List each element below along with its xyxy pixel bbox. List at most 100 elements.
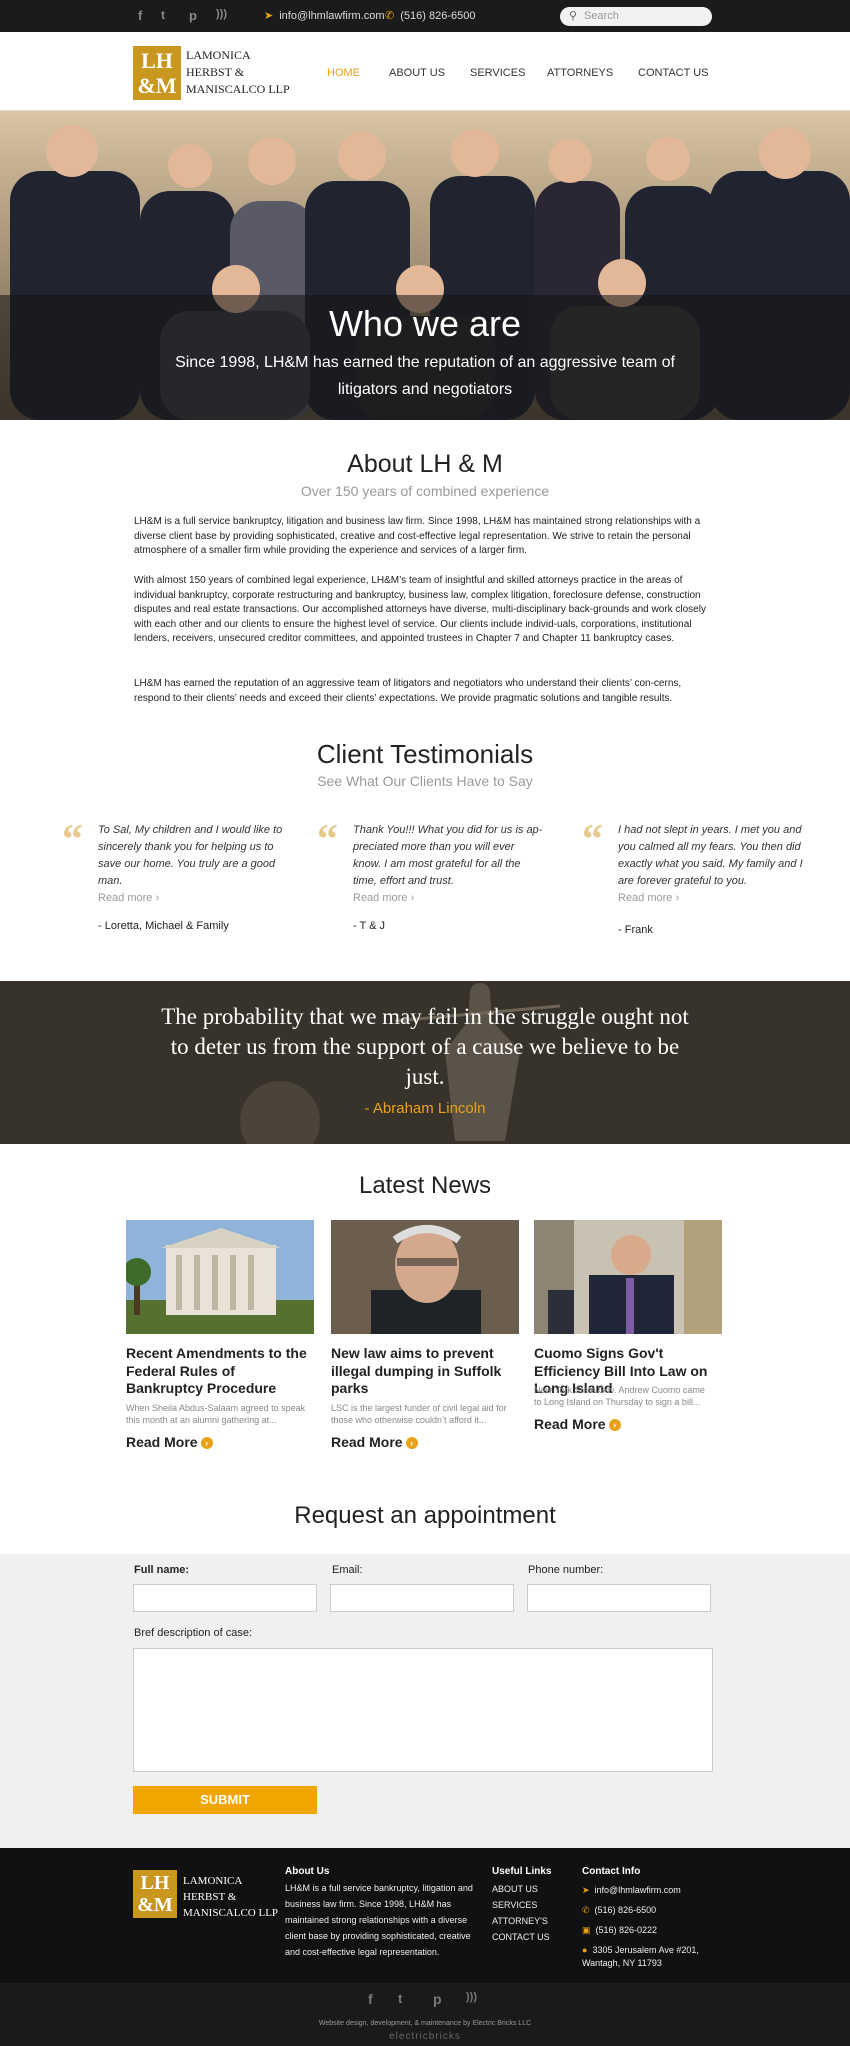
footer-logo[interactable]: LH &M LAMONICA HERBST & MANISCALCO LLP	[133, 1870, 278, 1926]
footer-about-text: LH&M is a full service bankruptcy, litig…	[285, 1883, 473, 1957]
read-more-button[interactable]: Read More ›	[534, 1416, 621, 1432]
full-name-field[interactable]	[133, 1584, 317, 1612]
news-excerpt: When Sheila Abdus-Salaam agreed to speak…	[126, 1403, 306, 1425]
topbar-phone[interactable]: ✆ (516) 826-6500	[385, 9, 475, 22]
testimonial-author: - Frank	[618, 924, 653, 936]
phone-icon: ✆	[385, 10, 395, 22]
quote-icon: “	[62, 817, 83, 863]
nav-contact-us[interactable]: CONTACT US	[638, 67, 709, 79]
testimonial-author: - Loretta, Michael & Family	[98, 920, 229, 932]
testimonial-text: Thank You!!! What you did for us is ap-p…	[353, 824, 543, 887]
topbar-email[interactable]: ➤ info@lhmlawfirm.com	[264, 9, 385, 22]
phone-icon: ✆	[582, 1905, 590, 1915]
top-bar: f t p ))) ➤ info@lhmlawfirm.com ✆ (516) 82…	[0, 0, 850, 32]
pinterest-icon[interactable]: p	[189, 8, 197, 23]
news-image[interactable]	[331, 1220, 519, 1334]
read-more-link[interactable]: Read more ›	[618, 890, 808, 907]
news-image[interactable]	[126, 1220, 314, 1334]
news-headline[interactable]: Recent Amendments to the Federal Rules o…	[126, 1345, 314, 1398]
twitter-icon[interactable]: t	[161, 8, 165, 22]
footer-fax-text: (516) 826-0222	[595, 1925, 658, 1935]
twitter-icon[interactable]: t	[398, 1991, 402, 2006]
testimonials-title: Client Testimonials	[316, 739, 534, 769]
news-image[interactable]	[534, 1220, 722, 1334]
topbar-email-text: info@lhmlawfirm.com	[279, 10, 385, 22]
electric-bricks-logo[interactable]: electricbricks	[0, 2031, 850, 2042]
footer-email-text: info@lhmlawfirm.com	[594, 1885, 681, 1895]
footer-contact-title: Contact Info	[582, 1866, 641, 1877]
arrow-right-icon: ›	[608, 1419, 621, 1431]
footer-logo-text: LAMONICA HERBST & MANISCALCO LLP	[183, 1875, 279, 1919]
facebook-icon[interactable]: f	[368, 1991, 373, 2007]
footer-address: ● 3305 Jerusalem Ave #201, Wantagh, NY 11…	[582, 1944, 699, 1970]
phone-field[interactable]	[527, 1584, 711, 1612]
news-excerpt: New York State Gov. Andrew Cuomo came to…	[534, 1385, 705, 1407]
topbar-phone-text: (516) 826-6500	[400, 10, 476, 22]
full-name-label: Full name:	[134, 1564, 190, 1576]
footer-credit: Website design, development, & maintenan…	[318, 2020, 532, 2027]
about-paragraph-3: LH&M has earned the reputation of an agg…	[134, 678, 682, 704]
footer-bottom-bar: f t p ))) Website design, development, &…	[0, 1983, 850, 2046]
rss-icon[interactable]: )))	[466, 1991, 477, 2003]
testimonial-text: To Sal, My children and I would like to …	[98, 824, 283, 887]
logo-mark: LH &M	[133, 46, 181, 100]
search-icon: ⚲	[569, 10, 578, 22]
news-title: Latest News	[358, 1172, 492, 1199]
about-subtitle: Over 150 years of combined experience	[300, 483, 550, 499]
email-label: Email:	[332, 1564, 363, 1576]
read-more-button[interactable]: Read More ›	[126, 1434, 213, 1450]
news-excerpt: LSC is the largest funder of civil legal…	[331, 1403, 507, 1425]
pinterest-icon[interactable]: p	[433, 1991, 442, 2007]
nav-about-us[interactable]: ABOUT US	[389, 67, 445, 79]
footer-fax: ▣ (516) 826-0222	[582, 1925, 657, 1936]
about-paragraph-1: LH&M is a full service bankruptcy, litig…	[134, 516, 701, 556]
footer-logo-mark: LH &M	[133, 1870, 177, 1918]
search-input[interactable]: ⚲ Search	[560, 7, 712, 26]
read-more-link[interactable]: Read more ›	[98, 890, 288, 907]
footer-link-services[interactable]: SERVICES	[492, 1900, 537, 1910]
arrow-right-icon: ›	[200, 1437, 213, 1449]
appointment-title: Request an appointment	[294, 1502, 556, 1529]
footer-phone-text: (516) 826-6500	[594, 1905, 657, 1915]
email-field[interactable]	[330, 1584, 514, 1612]
footer-links-title: Useful Links	[492, 1866, 552, 1877]
footer-email[interactable]: ➤ info@lhmlawfirm.com	[582, 1885, 681, 1896]
hero-banner: Who we are Since 1998, LH&M has earned t…	[0, 111, 850, 420]
facebook-icon[interactable]: f	[138, 8, 142, 23]
quote-banner: The probability that we may fail in the …	[0, 981, 850, 1144]
testimonial-text: I had not slept in years. I met you and …	[618, 824, 803, 887]
nav-services[interactable]: SERVICES	[470, 67, 525, 79]
quote-icon: “	[582, 817, 603, 863]
testimonial-author: - T & J	[353, 920, 385, 932]
rss-icon[interactable]: )))	[216, 8, 227, 20]
footer-address-text: 3305 Jerusalem Ave #201, Wantagh, NY 117…	[582, 1945, 699, 1968]
footer-link-attorneys[interactable]: ATTORNEY'S	[492, 1916, 548, 1926]
hero-title: Who we are	[328, 303, 522, 344]
read-more-label: Read More	[331, 1434, 403, 1450]
footer-about-title: About Us	[285, 1866, 330, 1877]
description-field[interactable]	[133, 1648, 713, 1772]
about-paragraph-2: With almost 150 years of combined legal …	[134, 575, 706, 644]
phone-label: Phone number:	[528, 1564, 604, 1576]
submit-button[interactable]: SUBMIT	[133, 1786, 317, 1814]
footer-link-contact[interactable]: CONTACT US	[492, 1932, 550, 1942]
nav-attorneys[interactable]: ATTORNEYS	[547, 67, 613, 79]
quote-icon: “	[317, 817, 338, 863]
footer-phone[interactable]: ✆ (516) 826-6500	[582, 1905, 656, 1916]
news-headline[interactable]: New law aims to prevent illegal dumping …	[331, 1345, 519, 1398]
send-icon: ➤	[264, 10, 274, 22]
read-more-link[interactable]: Read more ›	[353, 890, 543, 907]
search-placeholder: Search	[584, 10, 619, 22]
logo[interactable]: LH &M LAMONICA HERBST & MANISCALCO LLP	[133, 46, 290, 102]
footer-link-about[interactable]: ABOUT US	[492, 1884, 538, 1894]
read-more-label: Read More	[126, 1434, 198, 1450]
read-more-label: Read More	[534, 1416, 606, 1432]
nav-home[interactable]: HOME	[327, 67, 360, 79]
hero-subtitle: Since 1998, LH&M has earned the reputati…	[175, 354, 675, 398]
logo-text: LAMONICA HERBST & MANISCALCO LLP	[186, 48, 290, 96]
about-title: About LH & M	[347, 450, 503, 478]
site-header: LH &M LAMONICA HERBST & MANISCALCO LLP HO…	[0, 32, 850, 111]
testimonials-subtitle: See What Our Clients Have to Say	[317, 773, 533, 789]
quote-author: - Abraham Lincoln	[364, 1100, 486, 1117]
read-more-button[interactable]: Read More ›	[331, 1434, 418, 1450]
